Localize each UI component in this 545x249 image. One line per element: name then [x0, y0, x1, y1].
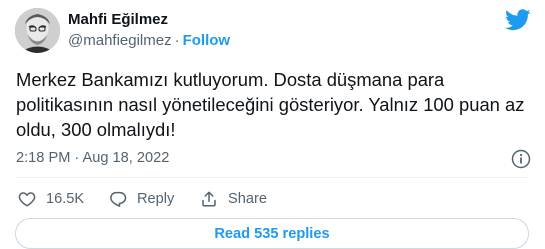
read-replies-label: Read 535 replies — [214, 225, 330, 242]
avatar[interactable] — [15, 8, 60, 53]
author-handle[interactable]: @mahfiegilmez — [68, 32, 172, 49]
follow-button[interactable]: Follow — [183, 32, 231, 49]
author-handle-row: @mahfiegilmez · Follow — [68, 32, 230, 49]
separator-dot: · — [174, 32, 180, 49]
twitter-bird-icon[interactable] — [505, 9, 531, 31]
tweet-text: Merkez Bankamızı kutluyorum. Dosta düşma… — [16, 69, 525, 140]
author-name[interactable]: Mahfi Eğilmez — [68, 11, 168, 28]
divider — [16, 177, 529, 178]
reply-label: Reply — [137, 191, 175, 207]
reply-button[interactable]: Reply — [109, 189, 174, 209]
info-icon[interactable] — [511, 149, 531, 169]
like-button[interactable]: 16.5K — [18, 189, 84, 209]
read-replies-button[interactable]: Read 535 replies — [15, 218, 529, 249]
avatar-portrait-icon — [15, 8, 60, 53]
share-icon — [202, 191, 216, 207]
like-count: 16.5K — [46, 191, 85, 207]
heart-icon — [18, 192, 36, 207]
share-button[interactable]: Share — [200, 189, 267, 209]
reply-bubble-icon — [110, 191, 127, 207]
tweet-timestamp[interactable]: 2:18 PM · Aug 18, 2022 — [16, 150, 169, 166]
tweet-embed-card: Mahfi Eğilmez @mahfiegilmez · Follow Merke… — [0, 0, 545, 249]
share-label: Share — [228, 191, 267, 207]
